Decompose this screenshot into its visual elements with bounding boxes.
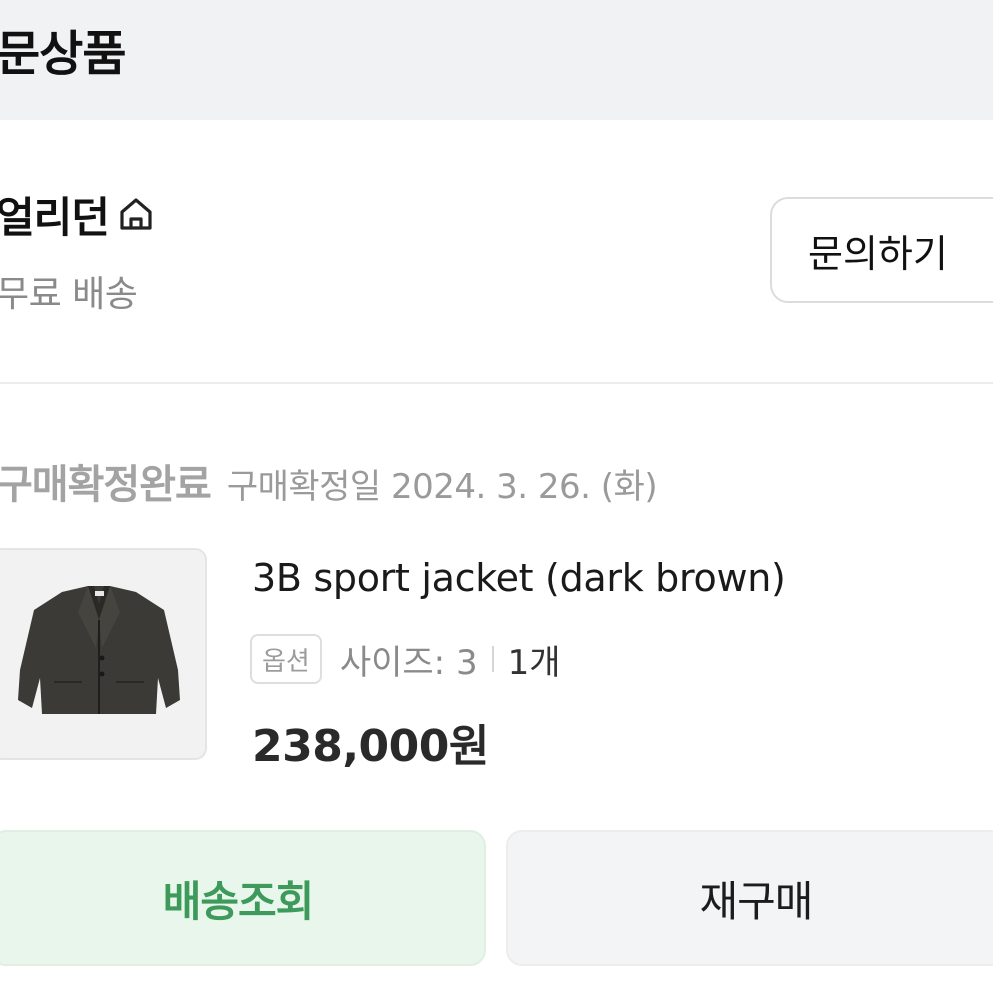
product-name[interactable]: 3B sport jacket (dark brown): [252, 556, 786, 600]
seller-row[interactable]: 얼리던: [0, 184, 157, 244]
order-status: 구매확정완료: [0, 462, 212, 508]
order-detail-page: 문상품 얼리던 무료 배송 문의하기 구매확정완료 구매확정일 2024. 3.…: [0, 0, 993, 993]
tracking-button[interactable]: 배송조회: [0, 830, 486, 966]
product-price: 238,000원: [252, 721, 489, 772]
product-thumbnail[interactable]: [0, 548, 207, 760]
section-title: 문상품: [0, 26, 126, 82]
jacket-thumbnail: [0, 550, 205, 758]
product-options: 옵션 사이즈: 3 1개: [250, 633, 561, 685]
shipping-info: 무료 배송: [0, 274, 138, 315]
option-quantity: 1개: [507, 642, 561, 683]
section-divider: [0, 382, 993, 384]
header-band: 문상품: [0, 0, 993, 120]
order-status-row: 구매확정완료 구매확정일 2024. 3. 26. (화): [0, 452, 658, 512]
confirm-date: 구매확정일 2024. 3. 26. (화): [226, 467, 658, 507]
option-badge: 옵션: [250, 634, 322, 684]
option-separator: [491, 646, 494, 672]
option-size: 사이즈: 3: [339, 642, 478, 683]
reorder-button[interactable]: 재구매: [506, 830, 993, 966]
inquiry-button[interactable]: 문의하기: [770, 197, 993, 303]
seller-name[interactable]: 얼리던: [0, 184, 110, 245]
home-icon[interactable]: [115, 193, 157, 235]
